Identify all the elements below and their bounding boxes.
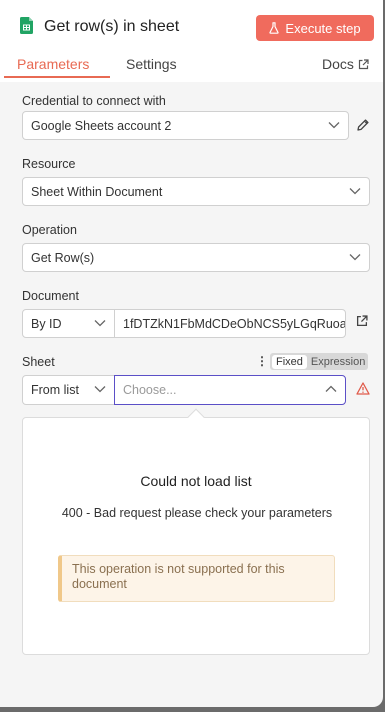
more-options-icon[interactable]: ⋮ [256, 354, 268, 368]
operation-select[interactable]: Get Row(s) [22, 243, 370, 272]
node-panel: Get row(s) in sheet Execute step Paramet… [0, 0, 383, 707]
docs-label: Docs [322, 56, 354, 72]
tab-parameters[interactable]: Parameters [17, 56, 89, 72]
sheet-placeholder: Choose... [123, 383, 177, 397]
chevron-down-icon [328, 121, 340, 128]
unsupported-notice: This operation is not supported for this… [58, 555, 335, 602]
dropdown-error-message: 400 - Bad request please check your para… [61, 506, 333, 520]
execute-step-label: Execute step [285, 20, 361, 36]
credential-value: Google Sheets account 2 [31, 118, 172, 133]
node-title: Get row(s) in sheet [44, 18, 180, 35]
chevron-up-icon [325, 385, 337, 392]
fixed-expression-toggle[interactable]: Fixed Expression [270, 353, 368, 370]
document-id-value: 1fDTZkN1FbMdCDeObNCS5yLGqRuoaA [123, 316, 346, 331]
sheet-mode-select[interactable]: From list [22, 375, 115, 405]
execute-step-button[interactable]: Execute step [256, 15, 374, 41]
credential-label: Credential to connect with [22, 94, 166, 108]
chevron-down-icon [349, 187, 361, 194]
toggle-expression[interactable]: Expression [307, 356, 369, 368]
document-label: Document [22, 289, 79, 303]
sheet-mode-value: From list [31, 383, 79, 397]
resource-value: Sheet Within Document [31, 184, 163, 199]
external-link-icon [358, 58, 369, 69]
chevron-down-icon [94, 319, 106, 326]
warning-icon [356, 382, 370, 395]
sheet-list-dropdown: Could not load list 400 - Bad request pl… [22, 417, 370, 655]
document-mode-select[interactable]: By ID [22, 309, 115, 338]
sheet-label: Sheet [22, 355, 55, 369]
tab-docs[interactable]: Docs [322, 56, 369, 72]
sheet-choose-input[interactable]: Choose... [114, 375, 346, 405]
resource-label: Resource [22, 157, 76, 171]
dropdown-error-title: Could not load list [140, 473, 252, 489]
resource-select[interactable]: Sheet Within Document [22, 177, 370, 206]
credential-select[interactable]: Google Sheets account 2 [22, 111, 349, 140]
panel-header: Get row(s) in sheet Execute step Paramet… [0, 0, 383, 82]
document-id-input[interactable]: 1fDTZkN1FbMdCDeObNCS5yLGqRuoaA [114, 309, 346, 338]
operation-value: Get Row(s) [31, 250, 95, 265]
operation-label: Operation [22, 223, 77, 237]
tab-settings[interactable]: Settings [126, 56, 177, 72]
toggle-fixed[interactable]: Fixed [272, 354, 307, 369]
flask-icon [269, 22, 280, 34]
active-tab-indicator [4, 76, 110, 78]
document-mode-value: By ID [31, 316, 62, 331]
chevron-down-icon [94, 386, 106, 393]
external-link-icon[interactable] [356, 315, 368, 327]
pencil-icon[interactable] [356, 118, 370, 132]
chevron-down-icon [349, 253, 361, 260]
google-sheets-icon [20, 17, 33, 34]
